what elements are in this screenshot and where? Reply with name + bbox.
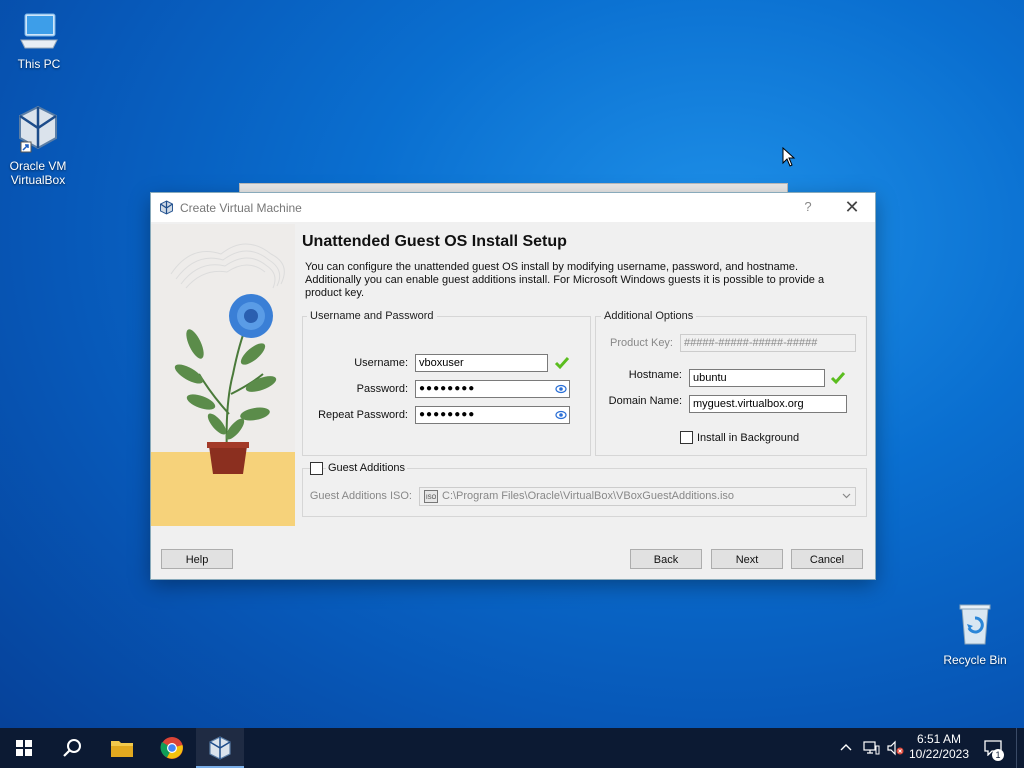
product-key-input[interactable]: #####-#####-#####-##### [680, 334, 856, 352]
guest-additions-iso-label: Guest Additions ISO: [309, 490, 412, 502]
check-valid-icon [554, 357, 570, 370]
taskbar: 6:51 AM 10/22/2023 1 [0, 728, 1024, 768]
install-in-background-label: Install in Background [697, 432, 800, 444]
desktop-icon-label: Oracle VM VirtualBox [9, 159, 67, 187]
wizard-illustration [151, 224, 295, 526]
next-button[interactable]: Next [711, 549, 783, 569]
computer-icon [20, 13, 58, 49]
username-label: Username: [354, 357, 408, 369]
windows-logo-icon [16, 740, 32, 756]
chrome-icon [160, 737, 183, 759]
svg-text:ISO: ISO [426, 495, 437, 501]
check-valid-icon [830, 372, 846, 385]
guest-additions-checkbox[interactable] [310, 462, 323, 475]
desktop-icon-label: This PC [17, 57, 61, 71]
create-vm-dialog: Create Virtual Machine ? ✕ Unattended Gu… [151, 193, 875, 579]
repeat-password-label: Repeat Password: [318, 409, 408, 421]
username-input[interactable]: vboxuser [415, 354, 548, 372]
desktop-icon-virtualbox[interactable]: Oracle VM VirtualBox [3, 104, 73, 187]
folder-icon [111, 741, 133, 757]
help-button[interactable]: Help [161, 549, 233, 569]
desktop-icon-label: Recycle Bin [943, 653, 1007, 667]
recycle-bin-icon [959, 604, 991, 645]
dialog-titlebar[interactable]: Create Virtual Machine ? ✕ [151, 193, 875, 222]
virtualbox-small-icon [160, 200, 173, 215]
group-title-username-password: Username and Password [307, 310, 437, 322]
page-heading: Unattended Guest OS Install Setup [302, 233, 567, 250]
domain-name-label: Domain Name: [608, 395, 682, 407]
install-in-background-checkbox[interactable] [680, 431, 693, 444]
hostname-label: Hostname: [628, 369, 682, 381]
back-button[interactable]: Back [630, 549, 702, 569]
product-key-label: Product Key: [610, 337, 673, 349]
show-password-icon[interactable] [555, 409, 567, 421]
virtualbox-icon [19, 105, 57, 153]
chevron-down-icon [842, 493, 851, 499]
guest-additions-label: Guest Additions [326, 462, 408, 474]
disc-image-icon: ISO [424, 490, 438, 503]
domain-name-input[interactable]: myguest.virtualbox.org [689, 395, 847, 413]
repeat-password-value: ●●●●●●●● [419, 409, 476, 420]
clock-time: 6:51 AM [916, 732, 962, 746]
dialog-title: Create Virtual Machine [180, 201, 302, 215]
hostname-input[interactable]: ubuntu [689, 369, 825, 387]
guest-additions-iso-path: C:\Program Files\Oracle\VirtualBox\VBoxG… [442, 490, 735, 502]
clock-date: 10/22/2023 [908, 747, 970, 761]
notification-count-badge: 1 [992, 749, 1004, 761]
virtualbox-taskbar-button[interactable] [196, 728, 244, 768]
search-button[interactable] [48, 728, 96, 768]
close-button[interactable]: ✕ [843, 197, 861, 217]
repeat-password-input[interactable]: ●●●●●●●● [415, 406, 570, 424]
group-title-additional-options: Additional Options [601, 310, 697, 322]
show-password-icon[interactable] [555, 383, 567, 395]
network-icon[interactable] [862, 740, 880, 756]
cancel-button[interactable]: Cancel [791, 549, 863, 569]
dialog-footer: Help Back Next Cancel [151, 539, 875, 579]
desktop-icon-recycle-bin[interactable]: Recycle Bin [940, 600, 1010, 667]
password-value: ●●●●●●●● [419, 383, 476, 394]
help-title-button[interactable]: ? [801, 199, 815, 215]
desktop-icon-this-pc[interactable]: This PC [4, 10, 74, 71]
password-label: Password: [356, 383, 408, 395]
show-desktop-button[interactable] [1016, 728, 1024, 768]
volume-muted-icon[interactable] [886, 740, 904, 756]
search-icon [63, 739, 81, 757]
chrome-taskbar-button[interactable] [148, 728, 196, 768]
chevron-up-icon[interactable] [840, 743, 852, 751]
guest-additions-iso-select[interactable]: ISO C:\Program Files\Oracle\VirtualBox\V… [419, 487, 856, 506]
mouse-cursor-icon [782, 147, 796, 167]
start-button[interactable] [0, 728, 48, 768]
file-explorer-taskbar-button[interactable] [98, 728, 146, 768]
page-description: You can configure the unattended guest O… [305, 261, 825, 299]
virtualbox-icon [209, 736, 231, 760]
notification-center-button[interactable]: 1 [978, 728, 1008, 768]
password-input[interactable]: ●●●●●●●● [415, 380, 570, 398]
system-clock[interactable]: 6:51 AM 10/22/2023 [904, 732, 974, 762]
